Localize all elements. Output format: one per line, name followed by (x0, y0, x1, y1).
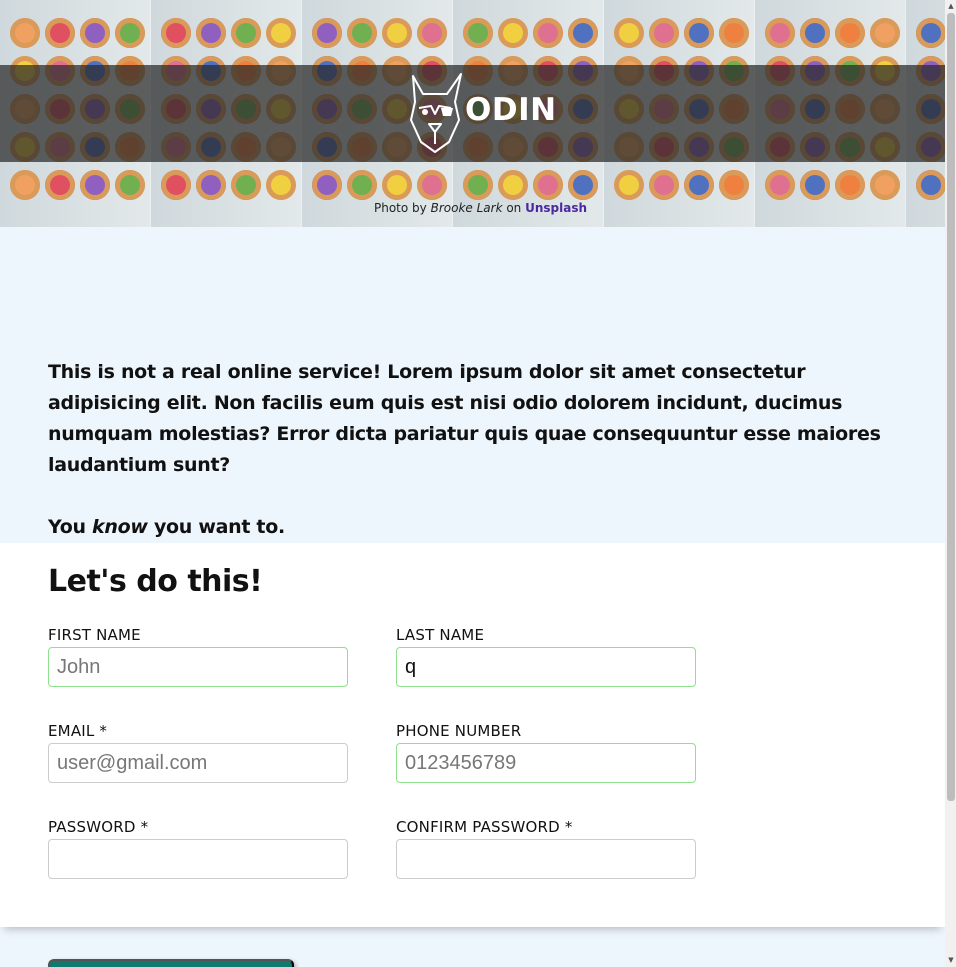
last-name-label: LAST NAME (396, 626, 485, 644)
unsplash-link[interactable]: Unsplash (525, 201, 587, 215)
tart-decoration (533, 170, 563, 200)
tart-decoration (684, 18, 714, 48)
credit-on: on (506, 201, 522, 215)
email-input[interactable] (48, 743, 348, 783)
tart-decoration (614, 18, 644, 48)
tart-decoration (684, 170, 714, 200)
tart-decoration (312, 18, 342, 48)
tart-decoration (870, 170, 900, 200)
tart-decoration (45, 18, 75, 48)
triangle-up-icon[interactable]: ▲ (946, 1, 956, 11)
logo-wordmark: ODIN (465, 92, 557, 128)
credit-author: Brooke Lark (430, 201, 503, 215)
tart-decoration (312, 170, 342, 200)
tart-decoration (916, 18, 945, 48)
tart-decoration (800, 18, 830, 48)
tart-decoration (80, 18, 110, 48)
tagline-suffix: you want to. (153, 516, 285, 538)
password-label: PASSWORD * (48, 818, 149, 836)
tart-decoration (266, 18, 296, 48)
tart-decoration (115, 170, 145, 200)
first-name-label: FIRST NAME (48, 626, 141, 644)
tart-decoration (115, 18, 145, 48)
tart-decoration (800, 170, 830, 200)
tart-decoration (649, 170, 679, 200)
tagline-emphasis: know (92, 516, 148, 538)
tart-decoration (765, 18, 795, 48)
triangle-down-icon[interactable]: ▼ (946, 955, 956, 965)
phone-input[interactable] (396, 743, 696, 783)
last-name-input[interactable] (396, 647, 696, 687)
first-name-input[interactable] (48, 647, 348, 687)
tart-decoration (347, 170, 377, 200)
tart-decoration (498, 18, 528, 48)
tart-decoration (231, 170, 261, 200)
tart-decoration (382, 18, 412, 48)
hero-banner: ODIN Photo by Brooke Lark on Unsplash (0, 0, 945, 227)
tart-decoration (196, 170, 226, 200)
tart-decoration (417, 18, 447, 48)
confirm-password-label: CONFIRM PASSWORD * (396, 818, 573, 836)
create-account-button[interactable] (48, 959, 294, 967)
email-label: EMAIL * (48, 722, 108, 740)
tart-decoration (231, 18, 261, 48)
tart-decoration (196, 18, 226, 48)
confirm-password-input[interactable] (396, 839, 696, 879)
tagline-prefix: You (48, 516, 86, 538)
tart-decoration (765, 170, 795, 200)
intro-text: This is not a real online service! Lorem… (48, 357, 908, 543)
odin-logo-icon (410, 73, 462, 153)
photo-credit: Photo by Brooke Lark on Unsplash (374, 201, 587, 215)
scrollbar-thumb[interactable] (947, 13, 955, 801)
tart-decoration (266, 170, 296, 200)
tart-decoration (835, 18, 865, 48)
phone-label: PHONE NUMBER (396, 722, 522, 740)
tart-decoration (614, 170, 644, 200)
tart-decoration (417, 170, 447, 200)
tart-decoration (719, 170, 749, 200)
tart-decoration (161, 18, 191, 48)
tart-decoration (498, 170, 528, 200)
tart-decoration (10, 18, 40, 48)
tart-decoration (568, 18, 598, 48)
tart-decoration (533, 18, 563, 48)
tart-decoration (870, 18, 900, 48)
password-input[interactable] (48, 839, 348, 879)
tart-decoration (719, 18, 749, 48)
tart-decoration (347, 18, 377, 48)
tart-decoration (916, 170, 945, 200)
tart-decoration (649, 18, 679, 48)
tart-decoration (463, 170, 493, 200)
tart-decoration (835, 170, 865, 200)
tart-decoration (10, 170, 40, 200)
form-title: Let's do this! (48, 564, 263, 599)
tart-decoration (568, 170, 598, 200)
intro-tagline: You know you want to. (48, 512, 908, 543)
tart-decoration (382, 170, 412, 200)
credit-prefix: Photo by (374, 201, 427, 215)
tart-decoration (45, 170, 75, 200)
tart-decoration (161, 170, 191, 200)
tart-decoration (80, 170, 110, 200)
intro-paragraph: This is not a real online service! Lorem… (48, 361, 881, 476)
tart-decoration (463, 18, 493, 48)
